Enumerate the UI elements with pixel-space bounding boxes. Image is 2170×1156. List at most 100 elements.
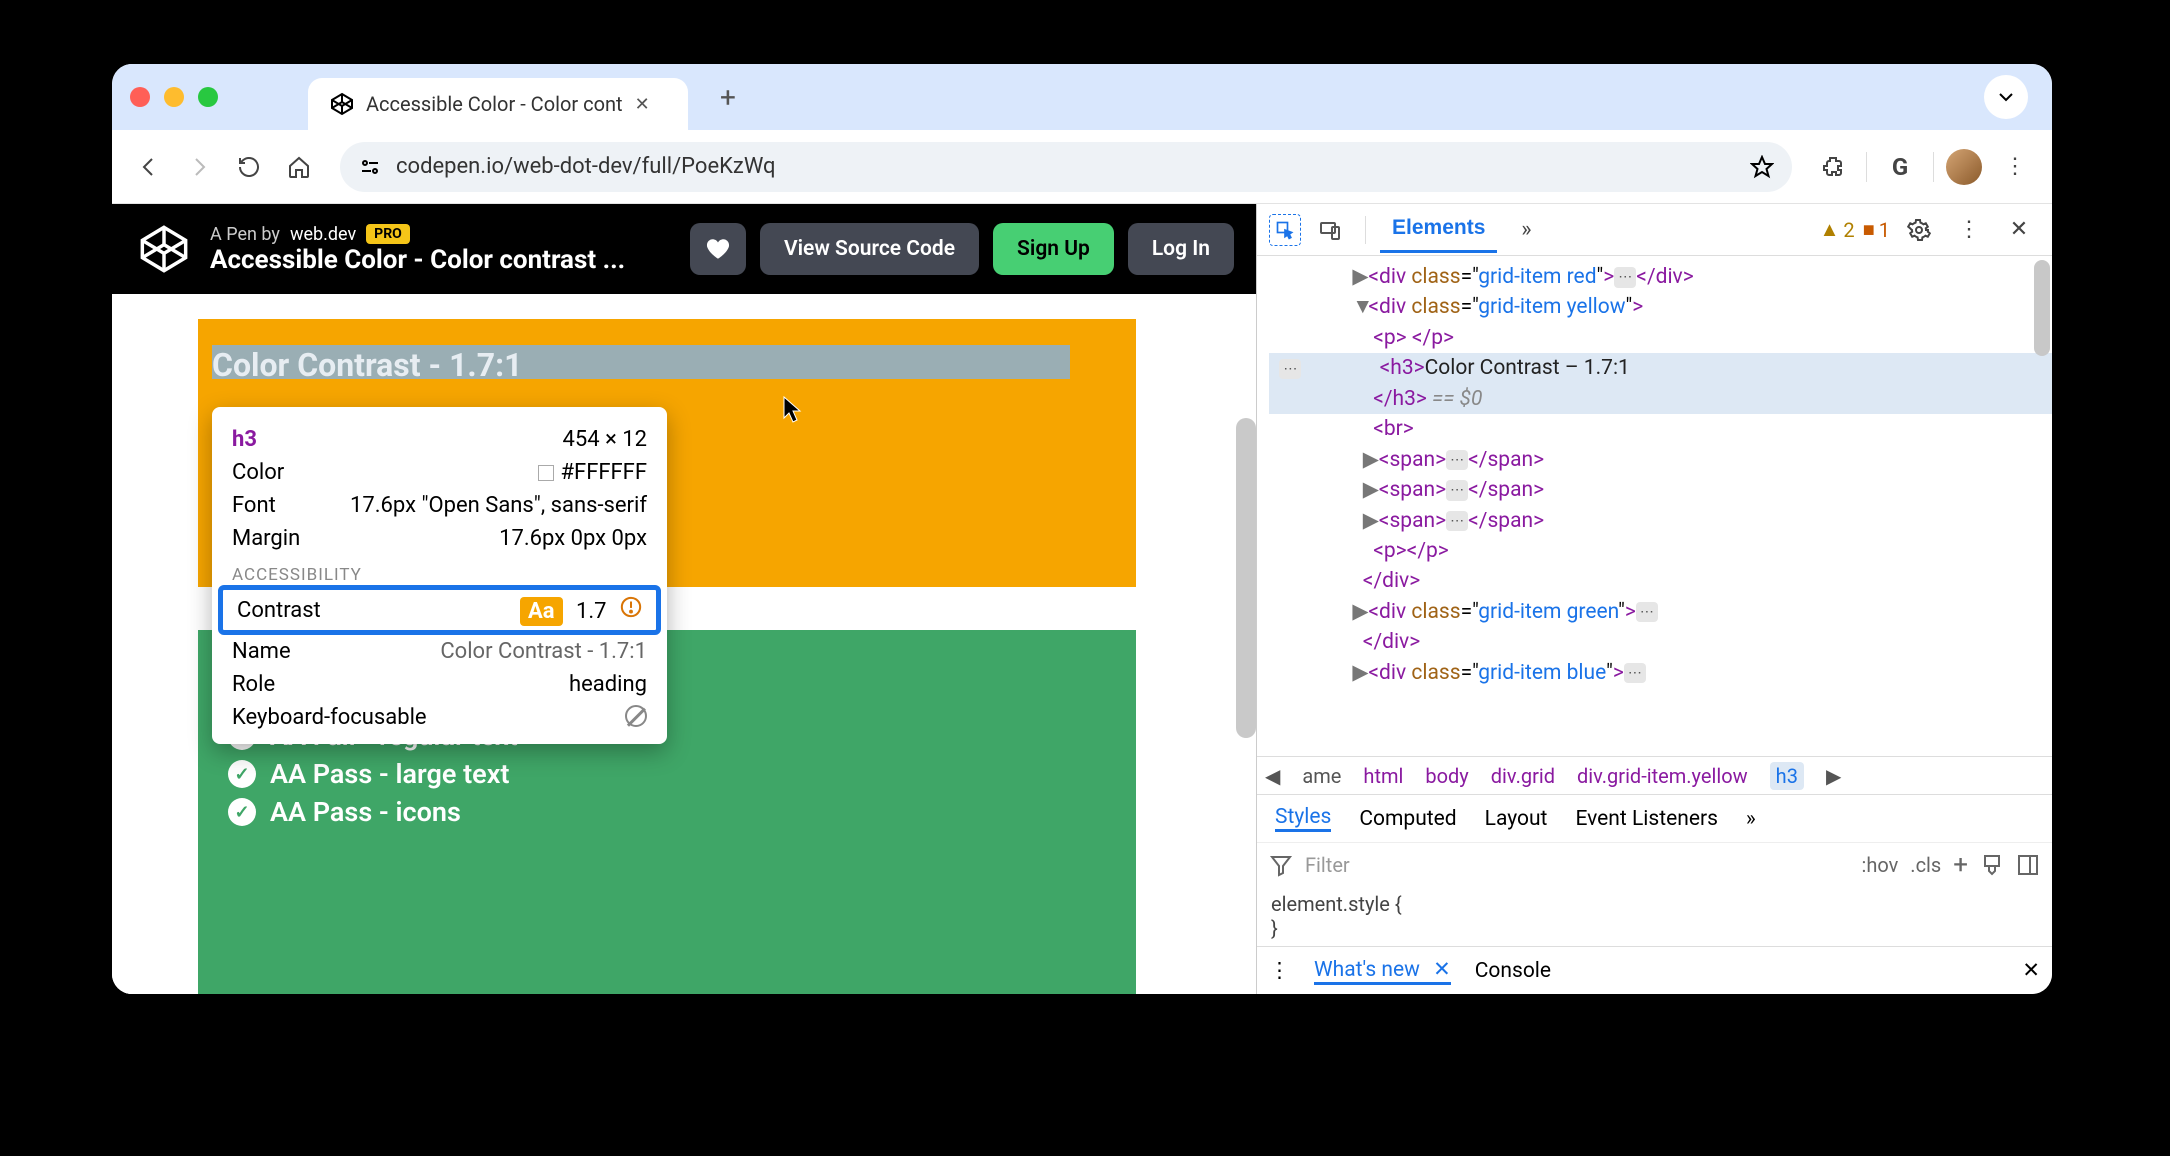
accessibility-section-label: ACCESSIBILITY	[232, 565, 647, 585]
close-drawer-button[interactable]: ✕	[2022, 958, 2040, 983]
contrast-value-group: Aa 1.7	[520, 596, 642, 624]
minimize-window-button[interactable]	[164, 87, 184, 107]
breadcrumb-item[interactable]: div.grid	[1491, 764, 1555, 788]
warning-icon	[620, 599, 642, 624]
page-scrollbar[interactable]	[1236, 418, 1256, 738]
extensions-button[interactable]	[1812, 146, 1854, 188]
tooltip-label: Font	[232, 493, 276, 518]
page-viewport: A Pen by web.dev PRO Accessible Color - …	[112, 204, 1256, 994]
tooltip-tag: h3	[232, 427, 257, 452]
codepen-actions: View Source Code Sign Up Log In	[690, 223, 1234, 275]
tabs-menu-button[interactable]	[1984, 75, 2028, 119]
breadcrumb-item[interactable]: ame	[1302, 764, 1341, 788]
more-styles-tabs-icon[interactable]: »	[1746, 807, 1756, 831]
color-swatch	[538, 465, 554, 481]
pro-badge: PRO	[366, 224, 410, 244]
favorite-button[interactable]	[690, 223, 746, 275]
contrast-value: 1.7	[576, 599, 607, 624]
cls-toggle[interactable]: .cls	[1910, 853, 1941, 877]
status-line-pass-1: ✓ AA Pass - large text	[228, 758, 1106, 790]
scroll-right-icon[interactable]: ▶	[1826, 764, 1841, 788]
breadcrumb-item[interactable]: div.grid-item.yellow	[1577, 764, 1748, 788]
view-source-button[interactable]: View Source Code	[760, 223, 979, 275]
elements-tree[interactable]: ▶<div class="grid-item red">⋯</div> ▼<di…	[1257, 256, 2052, 756]
contrast-heading: Color Contrast - 1.7:1	[212, 346, 522, 384]
issues-warning-count[interactable]: ▲2	[1820, 217, 1855, 242]
inspect-tooltip: h3 454 × 12 Color #FFFFFF Font 17.6px "O…	[212, 407, 667, 744]
site-settings-icon[interactable]	[358, 155, 382, 179]
not-focusable-icon	[625, 705, 647, 727]
breadcrumb-item[interactable]: body	[1425, 764, 1468, 788]
maximize-window-button[interactable]	[198, 87, 218, 107]
close-tab-button[interactable]: ✕	[635, 94, 650, 115]
contrast-label: Contrast	[237, 598, 321, 623]
computed-tab[interactable]: Computed	[1359, 807, 1456, 831]
issues-error-count[interactable]: ■1	[1863, 217, 1890, 242]
tooltip-value: #FFFFFF	[538, 460, 647, 485]
google-account-icon[interactable]: G	[1879, 146, 1921, 188]
tooltip-value: 17.6px 0px 0px	[499, 526, 647, 551]
breadcrumb-item-active[interactable]: h3	[1770, 762, 1804, 790]
console-tab[interactable]: Console	[1475, 959, 1551, 983]
tooltip-value: Color Contrast - 1.7:1	[440, 639, 647, 664]
codepen-logo-icon[interactable]	[134, 219, 194, 279]
pen-info: A Pen by web.dev PRO Accessible Color - …	[210, 224, 674, 275]
browser-window: Accessible Color - Color cont ✕ + codepe…	[112, 64, 2052, 994]
status-text: AA Pass - large text	[270, 758, 509, 790]
forward-button[interactable]	[178, 146, 220, 188]
browser-tab[interactable]: Accessible Color - Color cont ✕	[308, 78, 688, 130]
inspect-element-button[interactable]	[1269, 214, 1301, 246]
author-link[interactable]: web.dev	[290, 224, 356, 245]
panel-layout-icon[interactable]	[2016, 853, 2040, 877]
close-icon[interactable]: ✕	[1433, 958, 1451, 982]
drawer-menu-button[interactable]: ⋮	[1269, 958, 1290, 983]
tab-strip: Accessible Color - Color cont ✕ +	[112, 64, 2052, 130]
devtools-menu-button[interactable]: ⋮	[1948, 209, 1990, 251]
filter-icon	[1269, 853, 1293, 877]
tooltip-label: Color	[232, 460, 284, 485]
new-rule-button[interactable]: +	[1953, 850, 1968, 880]
new-tab-button[interactable]: +	[708, 77, 748, 117]
byline-prefix: A Pen by	[210, 224, 280, 245]
scroll-left-icon[interactable]: ◀	[1265, 764, 1280, 788]
breadcrumb-item[interactable]: html	[1363, 764, 1403, 788]
home-button[interactable]	[278, 146, 320, 188]
address-bar[interactable]: codepen.io/web-dot-dev/full/PoeKzWq	[340, 142, 1792, 192]
close-window-button[interactable]	[130, 87, 150, 107]
tooltip-dimensions: 454 × 12	[563, 427, 647, 452]
url-text: codepen.io/web-dot-dev/full/PoeKzWq	[396, 154, 776, 179]
styles-filter-bar: Filter :hov .cls +	[1257, 842, 2052, 886]
pen-canvas: Color Contrast - 1.7:1 ✕ AA Fail - regul…	[112, 294, 1256, 994]
status-line-pass-2: ✓ AA Pass - icons	[228, 796, 1106, 828]
settings-button[interactable]	[1898, 209, 1940, 251]
star-icon[interactable]	[1750, 155, 1774, 179]
layout-tab[interactable]: Layout	[1485, 807, 1548, 831]
whats-new-tab[interactable]: What's new ✕	[1314, 957, 1451, 985]
more-tabs-button[interactable]: »	[1505, 209, 1547, 251]
pass-icon: ✓	[228, 760, 256, 788]
device-toggle-button[interactable]	[1309, 209, 1351, 251]
brush-icon[interactable]	[1980, 853, 2004, 877]
styles-tabs: Styles Computed Layout Event Listeners »	[1257, 794, 2052, 842]
event-listeners-tab[interactable]: Event Listeners	[1575, 807, 1717, 831]
back-button[interactable]	[128, 146, 170, 188]
elements-breadcrumb[interactable]: ◀ ame html body div.grid div.grid-item.y…	[1257, 756, 2052, 794]
contrast-row-highlighted: Contrast Aa 1.7	[218, 585, 661, 635]
reload-button[interactable]	[228, 146, 270, 188]
tooltip-label: Name	[232, 639, 291, 664]
devtools-scrollbar[interactable]	[2034, 260, 2050, 356]
styles-tab[interactable]: Styles	[1275, 805, 1331, 832]
browser-menu-button[interactable]: ⋮	[1994, 146, 2036, 188]
elements-tab[interactable]: Elements	[1380, 206, 1497, 253]
close-devtools-button[interactable]: ✕	[1998, 209, 2040, 251]
cursor-icon	[782, 396, 804, 431]
heart-icon	[705, 236, 731, 262]
pass-icon: ✓	[228, 798, 256, 826]
element-style-rule[interactable]: element.style { }	[1257, 886, 2052, 946]
hov-toggle[interactable]: :hov	[1861, 853, 1898, 877]
filter-input[interactable]: Filter	[1305, 853, 1849, 877]
profile-avatar[interactable]	[1946, 149, 1982, 185]
signup-button[interactable]: Sign Up	[993, 223, 1114, 275]
login-button[interactable]: Log In	[1128, 223, 1234, 275]
tooltip-value: 17.6px "Open Sans", sans-serif	[350, 493, 647, 518]
